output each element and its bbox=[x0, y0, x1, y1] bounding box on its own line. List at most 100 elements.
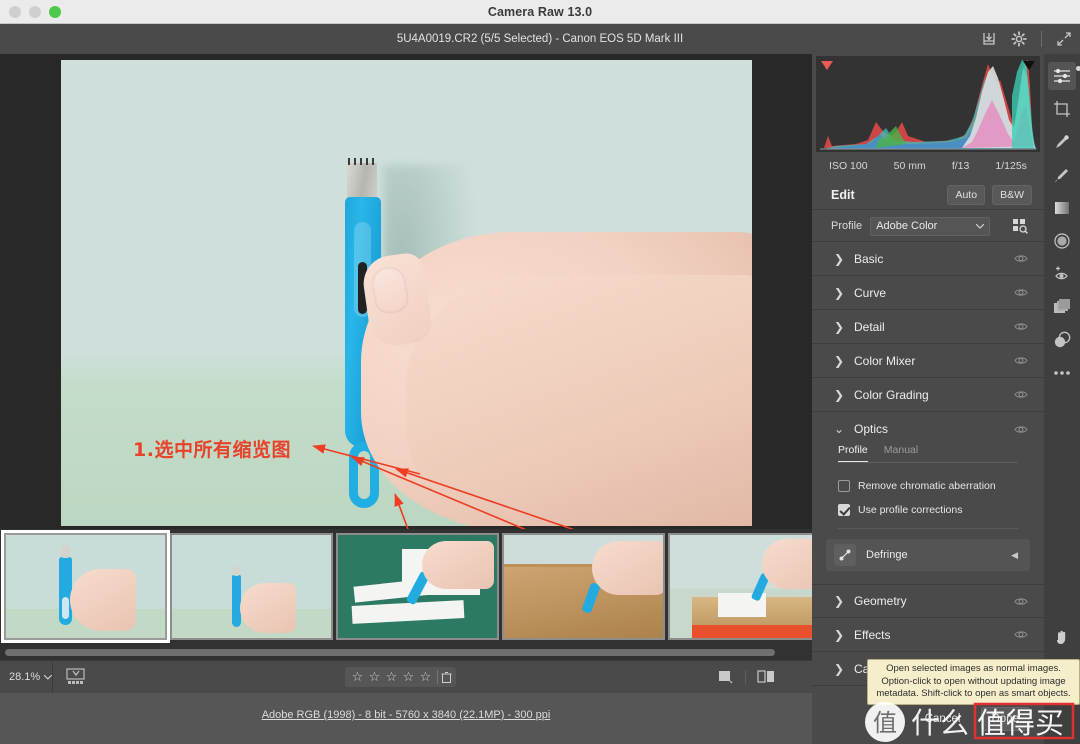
eye-toggle-icon[interactable] bbox=[1014, 321, 1028, 332]
preferences-gear-icon[interactable] bbox=[1011, 31, 1027, 47]
edit-panel-header: Edit Auto B&W bbox=[812, 180, 1044, 210]
section-basic[interactable]: ❯ Basic bbox=[812, 242, 1044, 276]
filmstrip-thumbnail-1[interactable] bbox=[1, 530, 170, 643]
optics-tab-profile[interactable]: Profile bbox=[838, 444, 868, 463]
bw-button[interactable]: B&W bbox=[992, 184, 1032, 205]
single-view-icon[interactable] bbox=[717, 669, 735, 685]
right-panel: ISO 100 50 mm f/13 1/125s Edit Auto B&W … bbox=[812, 54, 1044, 744]
chevron-right-icon: ❯ bbox=[834, 661, 845, 676]
graduated-filter-tool[interactable] bbox=[1048, 194, 1076, 222]
thumbnail-row bbox=[1, 530, 831, 643]
eye-toggle-icon[interactable] bbox=[1014, 287, 1028, 298]
section-color-grading-label: Color Grading bbox=[854, 387, 929, 402]
eye-toggle-icon[interactable] bbox=[1014, 389, 1028, 400]
compare-view-icon[interactable] bbox=[756, 669, 776, 685]
section-color-mixer[interactable]: ❯ Color Mixer bbox=[812, 344, 1044, 378]
save-image-icon[interactable] bbox=[981, 31, 997, 47]
eye-toggle-icon[interactable] bbox=[1014, 596, 1028, 607]
star-3[interactable]: ☆ bbox=[383, 669, 400, 685]
image-viewer[interactable]: 1.选中所有缩览图 bbox=[0, 54, 812, 529]
hand-palm bbox=[406, 275, 752, 526]
hand-tool[interactable] bbox=[1048, 623, 1076, 651]
app-header-bar: 5U4A0019.CR2 (5/5 Selected) - Canon EOS … bbox=[0, 24, 1080, 54]
highlight-clipping-warning[interactable] bbox=[1022, 59, 1036, 71]
exif-iso: ISO 100 bbox=[829, 160, 868, 172]
radial-filter-tool[interactable] bbox=[1048, 227, 1076, 255]
done-button-tooltip: Open selected images as normal images. O… bbox=[867, 659, 1080, 705]
view-mode-group bbox=[717, 669, 776, 685]
remove-chromatic-aberration-checkbox[interactable] bbox=[838, 480, 850, 492]
crop-tool[interactable] bbox=[1048, 95, 1076, 123]
chevron-down-icon bbox=[44, 674, 52, 680]
star-1[interactable]: ☆ bbox=[349, 669, 366, 685]
knife-blade bbox=[347, 158, 377, 200]
chevron-right-icon: ❯ bbox=[834, 319, 845, 334]
section-effects[interactable]: ❯ Effects bbox=[812, 618, 1044, 652]
star-2[interactable]: ☆ bbox=[366, 669, 383, 685]
auto-button[interactable]: Auto bbox=[947, 184, 986, 205]
edit-sliders-tool[interactable] bbox=[1048, 62, 1076, 90]
section-color-mixer-label: Color Mixer bbox=[854, 353, 916, 368]
defringe-expand-icon[interactable]: ◀ bbox=[1011, 550, 1018, 561]
optics-tab-manual[interactable]: Manual bbox=[884, 444, 918, 463]
image-info-text[interactable]: Adobe RGB (1998) - 8 bit - 5760 x 3840 (… bbox=[0, 709, 812, 721]
filmstrip-view-icon[interactable] bbox=[65, 668, 87, 686]
filmstrip-thumbnail-4[interactable] bbox=[502, 533, 665, 640]
use-profile-corrections-checkbox[interactable] bbox=[838, 504, 850, 516]
exif-aperture: f/13 bbox=[951, 160, 970, 172]
optics-tabs: Profile Manual bbox=[838, 444, 918, 463]
optics-divider bbox=[838, 528, 1018, 529]
edit-title: Edit bbox=[831, 187, 855, 202]
chevron-right-icon: ❯ bbox=[834, 251, 845, 266]
remove-chromatic-aberration-label: Remove chromatic aberration bbox=[858, 480, 996, 492]
tool-rail bbox=[1044, 54, 1080, 744]
profile-select[interactable]: Adobe Color bbox=[870, 216, 991, 236]
filmstrip-thumbnail-2[interactable] bbox=[170, 533, 333, 640]
star-5[interactable]: ☆ bbox=[417, 669, 434, 685]
red-eye-tool[interactable] bbox=[1048, 260, 1076, 288]
masking-brush-tool[interactable] bbox=[1048, 161, 1076, 189]
eye-toggle-icon[interactable] bbox=[1014, 355, 1028, 366]
zoom-level-control[interactable]: 28.1% bbox=[0, 671, 52, 683]
filmstrip-scrollbar[interactable] bbox=[5, 649, 775, 656]
section-geometry-label: Geometry bbox=[854, 594, 907, 608]
filmstrip-thumbnail-5[interactable] bbox=[668, 533, 831, 640]
defringe-row[interactable]: Defringe ◀ bbox=[826, 539, 1030, 571]
shadow-clipping-warning[interactable] bbox=[820, 59, 834, 71]
filmstrip[interactable] bbox=[0, 529, 831, 660]
presets-tool[interactable] bbox=[1048, 293, 1076, 321]
section-curve[interactable]: ❯ Curve bbox=[812, 276, 1044, 310]
use-profile-corrections-row[interactable]: Use profile corrections ◀ bbox=[838, 504, 962, 516]
section-optics[interactable]: ⌄ Optics bbox=[812, 412, 1044, 446]
more-options-tool[interactable] bbox=[1048, 359, 1076, 387]
status-bar: Adobe RGB (1998) - 8 bit - 5760 x 3840 (… bbox=[0, 693, 812, 744]
defringe-label: Defringe bbox=[866, 549, 908, 561]
filmstrip-thumbnail-3[interactable] bbox=[336, 533, 499, 640]
fullscreen-icon[interactable] bbox=[1056, 31, 1072, 47]
section-color-grading[interactable]: ❯ Color Grading bbox=[812, 378, 1044, 412]
star-4[interactable]: ☆ bbox=[400, 669, 417, 685]
header-tool-group bbox=[981, 31, 1072, 47]
snapshots-tool[interactable] bbox=[1048, 326, 1076, 354]
eye-toggle-icon[interactable] bbox=[1014, 424, 1028, 435]
remove-chromatic-aberration-row[interactable]: Remove chromatic aberration bbox=[838, 480, 996, 492]
done-button[interactable]: Done bbox=[980, 706, 1030, 731]
optics-body: Profile Manual Remove chromatic aberrati… bbox=[812, 444, 1044, 584]
chevron-right-icon: ❯ bbox=[834, 387, 845, 402]
eye-toggle-icon[interactable] bbox=[1014, 253, 1028, 264]
annotation-text: 1.选中所有缩览图 bbox=[133, 439, 291, 461]
section-geometry[interactable]: ❯ Geometry bbox=[812, 584, 1044, 618]
eye-toggle-icon[interactable] bbox=[1014, 629, 1028, 640]
section-detail[interactable]: ❯ Detail bbox=[812, 310, 1044, 344]
profile-browser-icon[interactable] bbox=[1012, 218, 1028, 234]
rating-control[interactable]: ☆ ☆ ☆ ☆ ☆ bbox=[345, 667, 456, 687]
cancel-button[interactable]: Cancel bbox=[915, 708, 971, 730]
spot-removal-tool[interactable] bbox=[1048, 128, 1076, 156]
chevron-right-icon: ❯ bbox=[834, 285, 845, 300]
window-title: Camera Raw 13.0 bbox=[487, 4, 593, 19]
defringe-icon bbox=[834, 544, 856, 566]
chevron-down-icon bbox=[976, 223, 985, 229]
exif-focal-length: 50 mm bbox=[893, 160, 926, 172]
reject-trash-icon[interactable] bbox=[441, 671, 452, 684]
histogram[interactable] bbox=[816, 56, 1040, 152]
